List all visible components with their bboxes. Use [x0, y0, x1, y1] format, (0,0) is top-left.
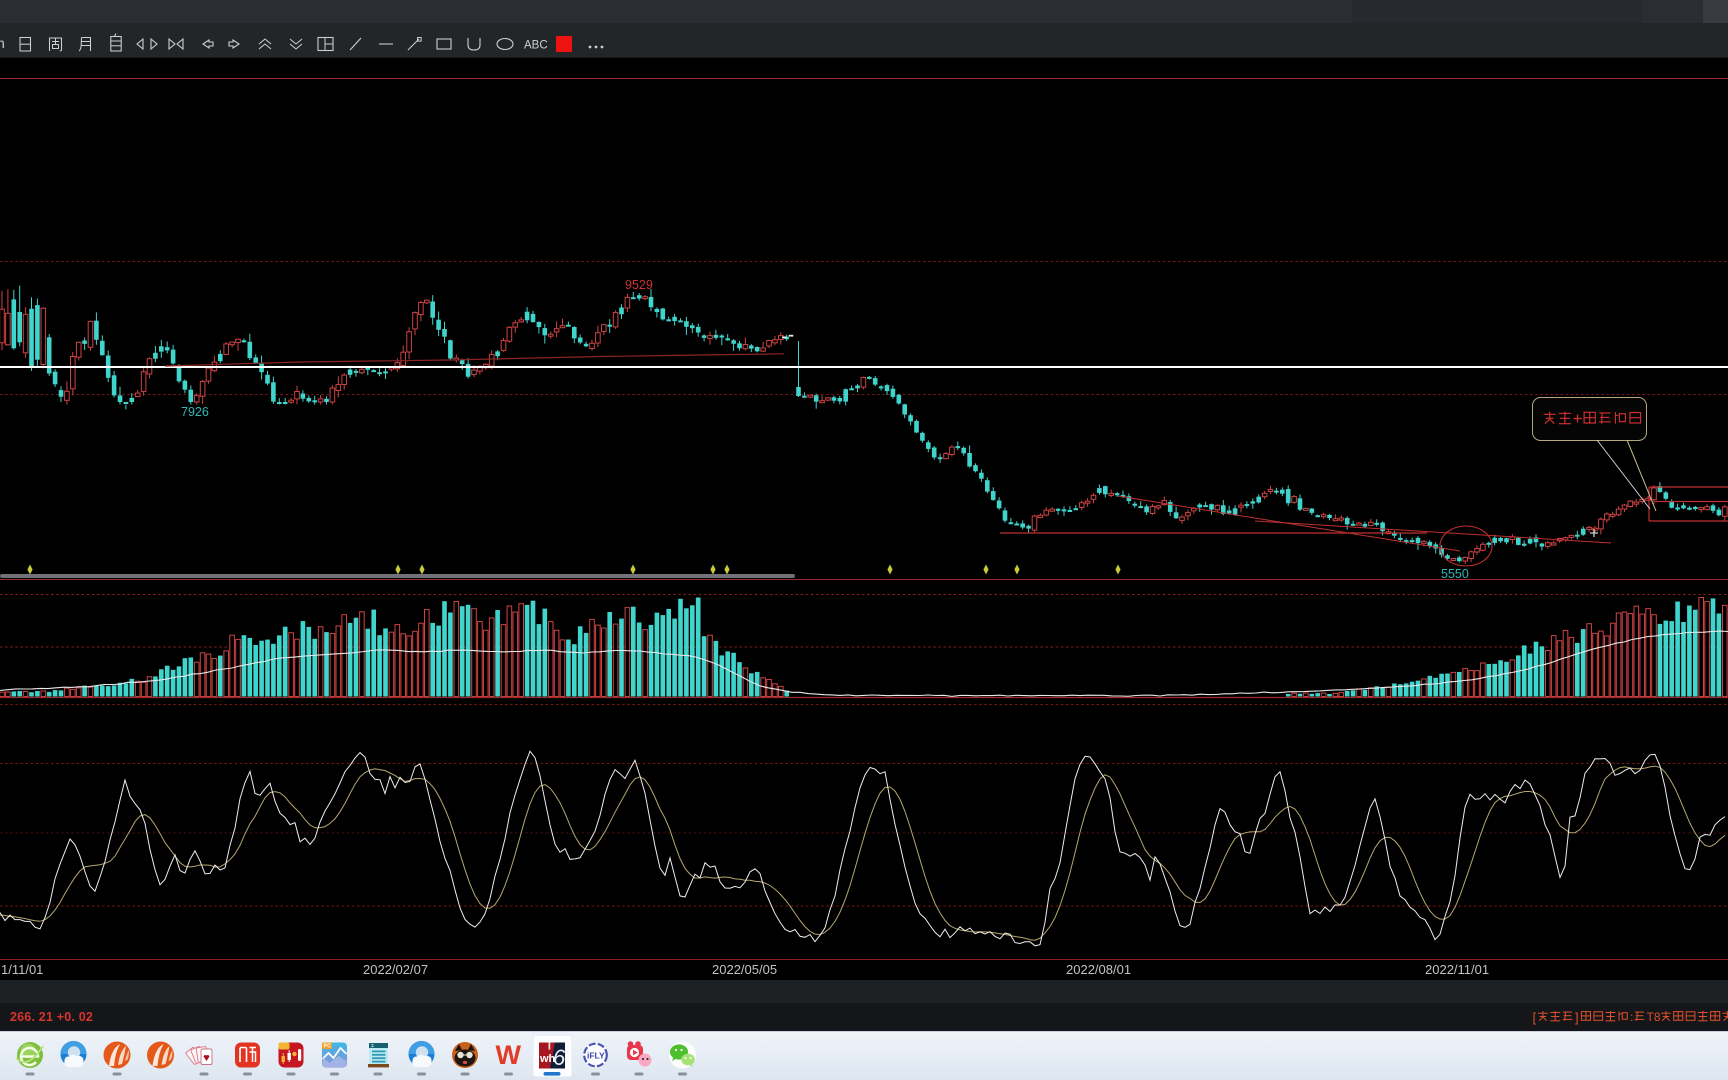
svg-text:ABC: ABC [524, 40, 548, 52]
svg-text:1/11/01: 1/11/01 [1, 962, 43, 977]
svg-text:T8: T8 [1647, 1010, 1661, 1024]
svg-text:6: 6 [553, 1045, 566, 1070]
svg-text:2022/02/07: 2022/02/07 [363, 962, 428, 977]
svg-text:7926: 7926 [181, 405, 209, 419]
svg-text::: : [1630, 1010, 1633, 1024]
svg-text:9529: 9529 [625, 278, 653, 292]
svg-text:]: ] [1575, 1010, 1579, 1025]
svg-text:2022/05/05: 2022/05/05 [712, 962, 777, 977]
svg-text:PC: PC [324, 1044, 332, 1050]
svg-text:[: [ [1533, 1010, 1537, 1025]
svg-text:5550: 5550 [1441, 567, 1469, 581]
svg-text:2022/11/01: 2022/11/01 [1425, 962, 1489, 977]
svg-text:266. 21 +0. 02: 266. 21 +0. 02 [10, 1010, 93, 1024]
svg-text:2022/08/01: 2022/08/01 [1066, 962, 1131, 977]
svg-text:iFLY: iFLY [587, 1051, 605, 1061]
svg-text:n: n [0, 35, 5, 51]
svg-text:W: W [496, 1040, 522, 1070]
